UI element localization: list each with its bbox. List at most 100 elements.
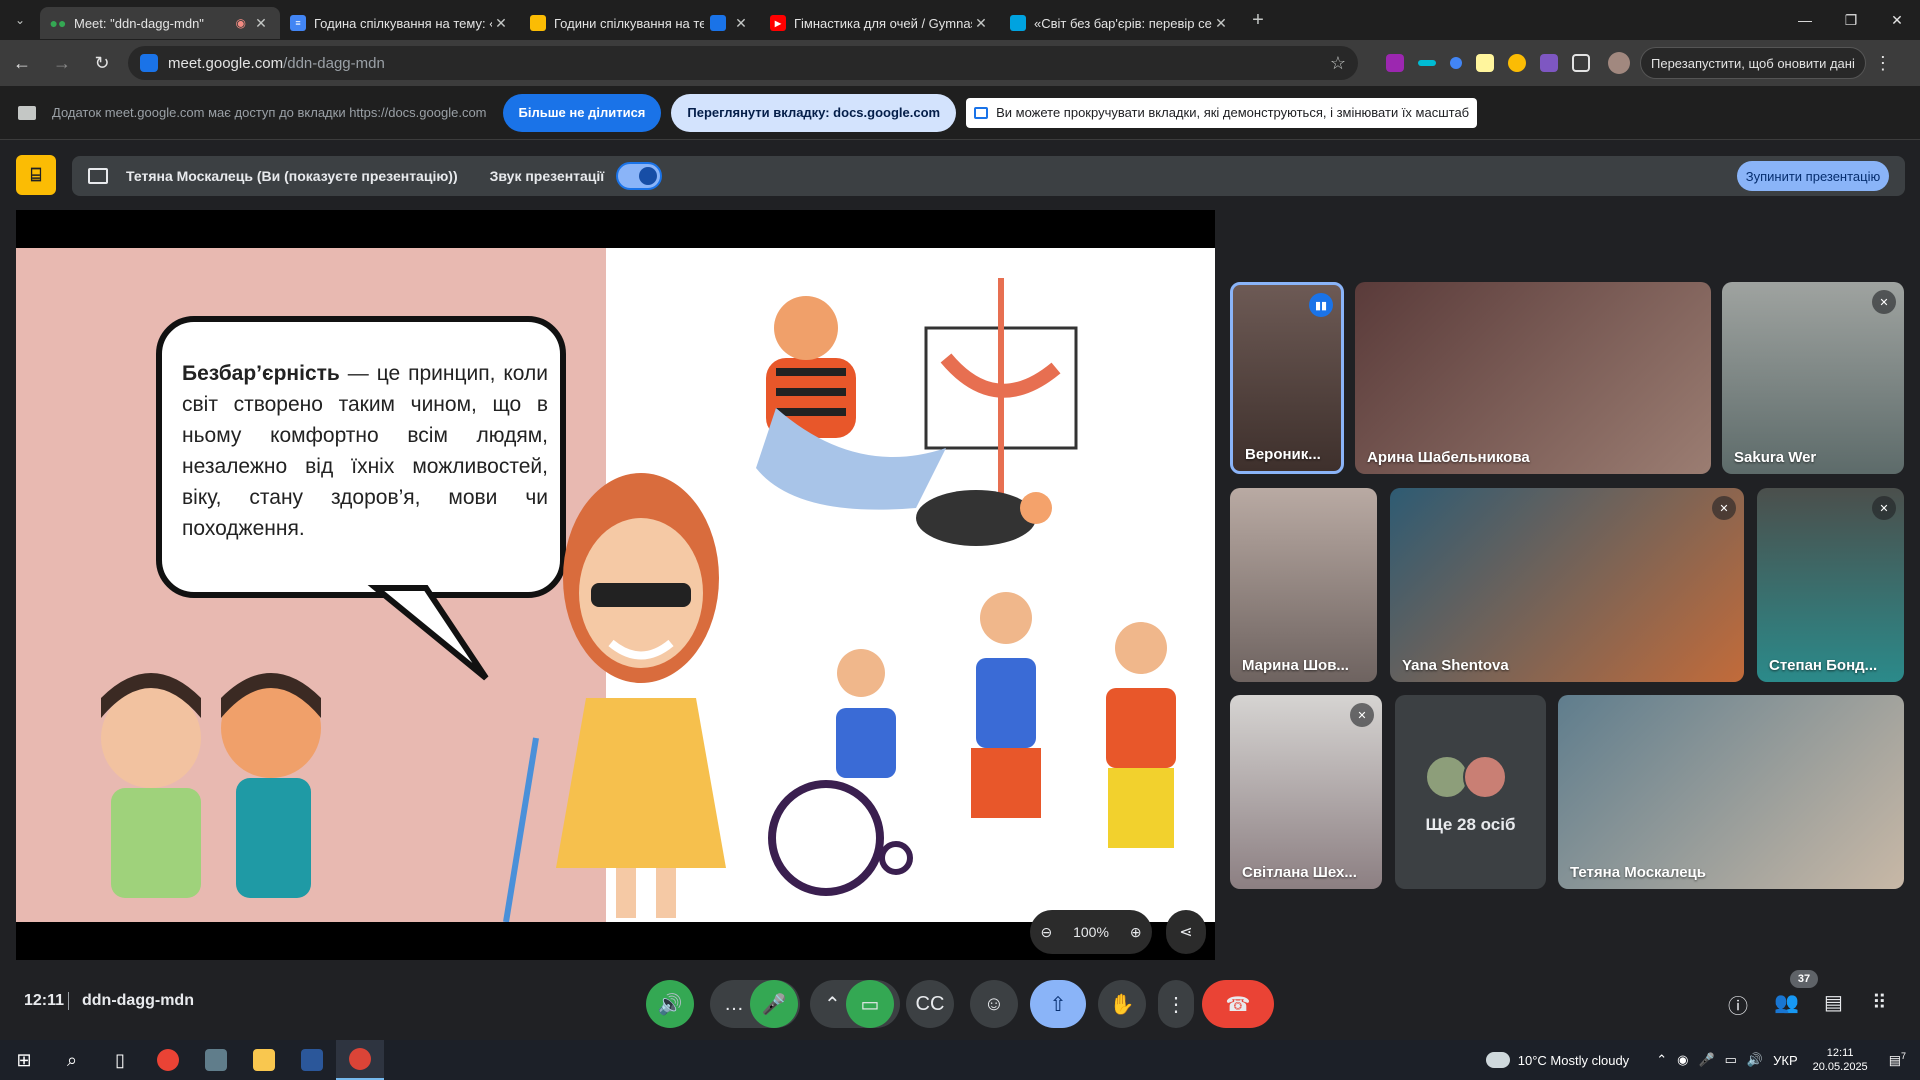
profile-avatar[interactable]: [1608, 52, 1630, 74]
divider: [68, 992, 69, 1010]
chat-icon[interactable]: ▤: [1824, 990, 1843, 1015]
back-icon[interactable]: ←: [4, 45, 40, 81]
wave-extension-icon[interactable]: [1418, 60, 1436, 66]
site-info-icon[interactable]: [140, 54, 158, 72]
meeting-info-icon[interactable]: ⓘ: [1728, 990, 1748, 1019]
letter-extension-icon[interactable]: [1476, 54, 1494, 72]
tab-share-infobar: Додаток meet.google.com має доступ до вк…: [0, 86, 1920, 140]
b-extension-icon[interactable]: [1540, 54, 1558, 72]
docs-icon: ≡: [290, 15, 306, 31]
restore-icon[interactable]: ❐: [1828, 0, 1874, 40]
mic-tray-icon[interactable]: 🎤: [1698, 1052, 1714, 1068]
more-participants-tile[interactable]: Ще 28 осіб: [1395, 695, 1546, 889]
muted-mic-icon: ✕: [1350, 703, 1374, 727]
close-tab-icon[interactable]: ✕: [252, 15, 270, 32]
close-tab-icon[interactable]: ✕: [492, 15, 510, 32]
volume-icon[interactable]: 🔊: [1747, 1052, 1763, 1068]
close-window-icon[interactable]: ✕: [1874, 0, 1920, 40]
bookmark-star-icon[interactable]: ☆: [1330, 53, 1346, 74]
toggle-knob: [639, 167, 658, 185]
word-icon[interactable]: [288, 1040, 336, 1080]
app-icon[interactable]: [192, 1040, 240, 1080]
presentation-stage: Безбар’єрність — це принцип, коли світ с…: [16, 210, 1215, 960]
tab-meet[interactable]: ●● Meet: "ddn-dagg-mdn" ◉ ✕: [40, 7, 280, 39]
zoom-out-icon[interactable]: ⊖: [1040, 924, 1052, 941]
info-window-icon: [974, 106, 989, 119]
close-tab-icon[interactable]: ✕: [732, 15, 750, 32]
participant-tile[interactable]: ▮▮ Вероник...: [1230, 282, 1344, 474]
share-icon[interactable]: ⋖: [1166, 910, 1206, 954]
reload-icon[interactable]: ↻: [84, 45, 120, 81]
activities-icon[interactable]: ⌸: [16, 155, 56, 195]
participant-tile[interactable]: Марина Шов...: [1230, 488, 1377, 682]
tab-youtube[interactable]: ▶ Гімнастика для очей / Gymnas ✕: [760, 7, 1000, 39]
zoom-in-icon[interactable]: ⊕: [1130, 924, 1142, 941]
tab-wordwall[interactable]: «Світ без бар'єрів: перевір себ ✕: [1000, 7, 1240, 39]
stop-presenting-button[interactable]: Зупинити презентацію: [1737, 161, 1889, 191]
participant-tile[interactable]: Тетяна Москалець: [1558, 695, 1904, 889]
search-icon[interactable]: ⌕: [48, 1040, 96, 1080]
smile-extension-icon[interactable]: [1508, 54, 1526, 72]
raise-hand-button[interactable]: ✋: [1098, 980, 1146, 1028]
address-bar[interactable]: meet.google.com /ddn-dagg-mdn ☆: [128, 46, 1358, 80]
captions-button[interactable]: CC: [906, 980, 954, 1028]
screen-share-icon: [18, 105, 36, 120]
present-now-button[interactable]: ⇧: [1030, 980, 1086, 1028]
participant-tile[interactable]: ✕ Степан Бонд...: [1757, 488, 1904, 682]
clock[interactable]: 12:11 20.05.2025: [1813, 1046, 1868, 1074]
puzzle-extensions-icon[interactable]: [1572, 54, 1590, 72]
new-tab-icon[interactable]: +: [1240, 9, 1276, 32]
participant-tile[interactable]: ✕ Yana Shentova: [1390, 488, 1744, 682]
minimize-icon[interactable]: —: [1782, 0, 1828, 40]
muted-mic-icon: ✕: [1712, 496, 1736, 520]
more-avatars: [1425, 755, 1507, 799]
close-tab-icon[interactable]: ✕: [972, 15, 990, 32]
muted-mic-icon: ✕: [1872, 496, 1896, 520]
relaunch-button[interactable]: Перезапустити, щоб оновити дані: [1640, 47, 1866, 79]
forward-icon[interactable]: →: [44, 45, 80, 81]
audio-output-button[interactable]: 🔊: [646, 980, 694, 1028]
people-icon[interactable]: 👥: [1774, 990, 1799, 1015]
camera-tray-icon[interactable]: ◉: [1677, 1052, 1688, 1068]
recording-icon: ◉: [235, 16, 246, 30]
artist-in-wheelchair-illustration: [756, 278, 1078, 546]
participant-tile[interactable]: ✕ Sakura Wer: [1722, 282, 1904, 474]
presentation-audio-toggle[interactable]: [616, 162, 663, 190]
slide: Безбар’єрність — це принцип, коли світ с…: [16, 248, 1215, 922]
emoji-reaction-button[interactable]: ☺: [970, 980, 1018, 1028]
microphone-button[interactable]: 🎤: [750, 980, 798, 1028]
view-tab-button[interactable]: Переглянути вкладку: docs.google.com: [671, 93, 957, 132]
chrome-active-icon[interactable]: [336, 1040, 384, 1080]
speaking-indicator-icon: ▮▮: [1309, 293, 1333, 317]
circle-extension-icon[interactable]: [1450, 57, 1462, 69]
slides-icon: [530, 15, 546, 31]
tab-search-icon[interactable]: ⌄: [0, 0, 40, 40]
leave-call-button[interactable]: ☎: [1202, 980, 1274, 1028]
participant-tile[interactable]: Арина Шабельникова: [1355, 282, 1711, 474]
chrome-icon[interactable]: [144, 1040, 192, 1080]
tab-slides[interactable]: Години спілкування на тем ✕: [520, 7, 760, 39]
stop-sharing-button[interactable]: Більше не ділитися: [502, 93, 662, 132]
language-indicator[interactable]: УКР: [1773, 1053, 1798, 1068]
windows-start-icon[interactable]: ⊞: [0, 1040, 48, 1080]
more-options-button[interactable]: ⋮: [1158, 980, 1194, 1028]
network-icon[interactable]: ▭: [1725, 1052, 1737, 1068]
camera-button[interactable]: ▭: [846, 980, 894, 1028]
activities-grid-icon[interactable]: ⠿: [1872, 990, 1887, 1015]
sharing-tab-icon: [710, 15, 726, 31]
close-tab-icon[interactable]: ✕: [1212, 15, 1230, 32]
pen-extension-icon[interactable]: [1386, 54, 1404, 72]
notifications-icon[interactable]: ▤7: [1889, 1051, 1906, 1068]
tab-docs[interactable]: ≡ Година спілкування на тему: « ✕: [280, 7, 520, 39]
task-view-icon[interactable]: ▯: [96, 1040, 144, 1080]
meeting-controls-bar: 12:11 ddn-dagg-mdn 🔊 … 🎤 ⌃ ▭ CC ☺ ⇧ ✋ ⋮ …: [0, 970, 1920, 1028]
chevron-up-icon[interactable]: ⌃: [1656, 1052, 1667, 1068]
people-count-badge: 37: [1790, 970, 1818, 988]
file-explorer-icon[interactable]: [240, 1040, 288, 1080]
weather-widget[interactable]: 10°C Mostly cloudy: [1485, 1052, 1629, 1068]
kids-playing-illustration: [768, 592, 1176, 896]
presentation-bar: Тетяна Москалець (Ви (показуєте презента…: [72, 156, 1905, 196]
browser-menu-icon[interactable]: ⋮: [1874, 53, 1892, 74]
bubble-tail: [367, 585, 489, 681]
participant-tile[interactable]: ✕ Світлана Шех...: [1230, 695, 1382, 889]
